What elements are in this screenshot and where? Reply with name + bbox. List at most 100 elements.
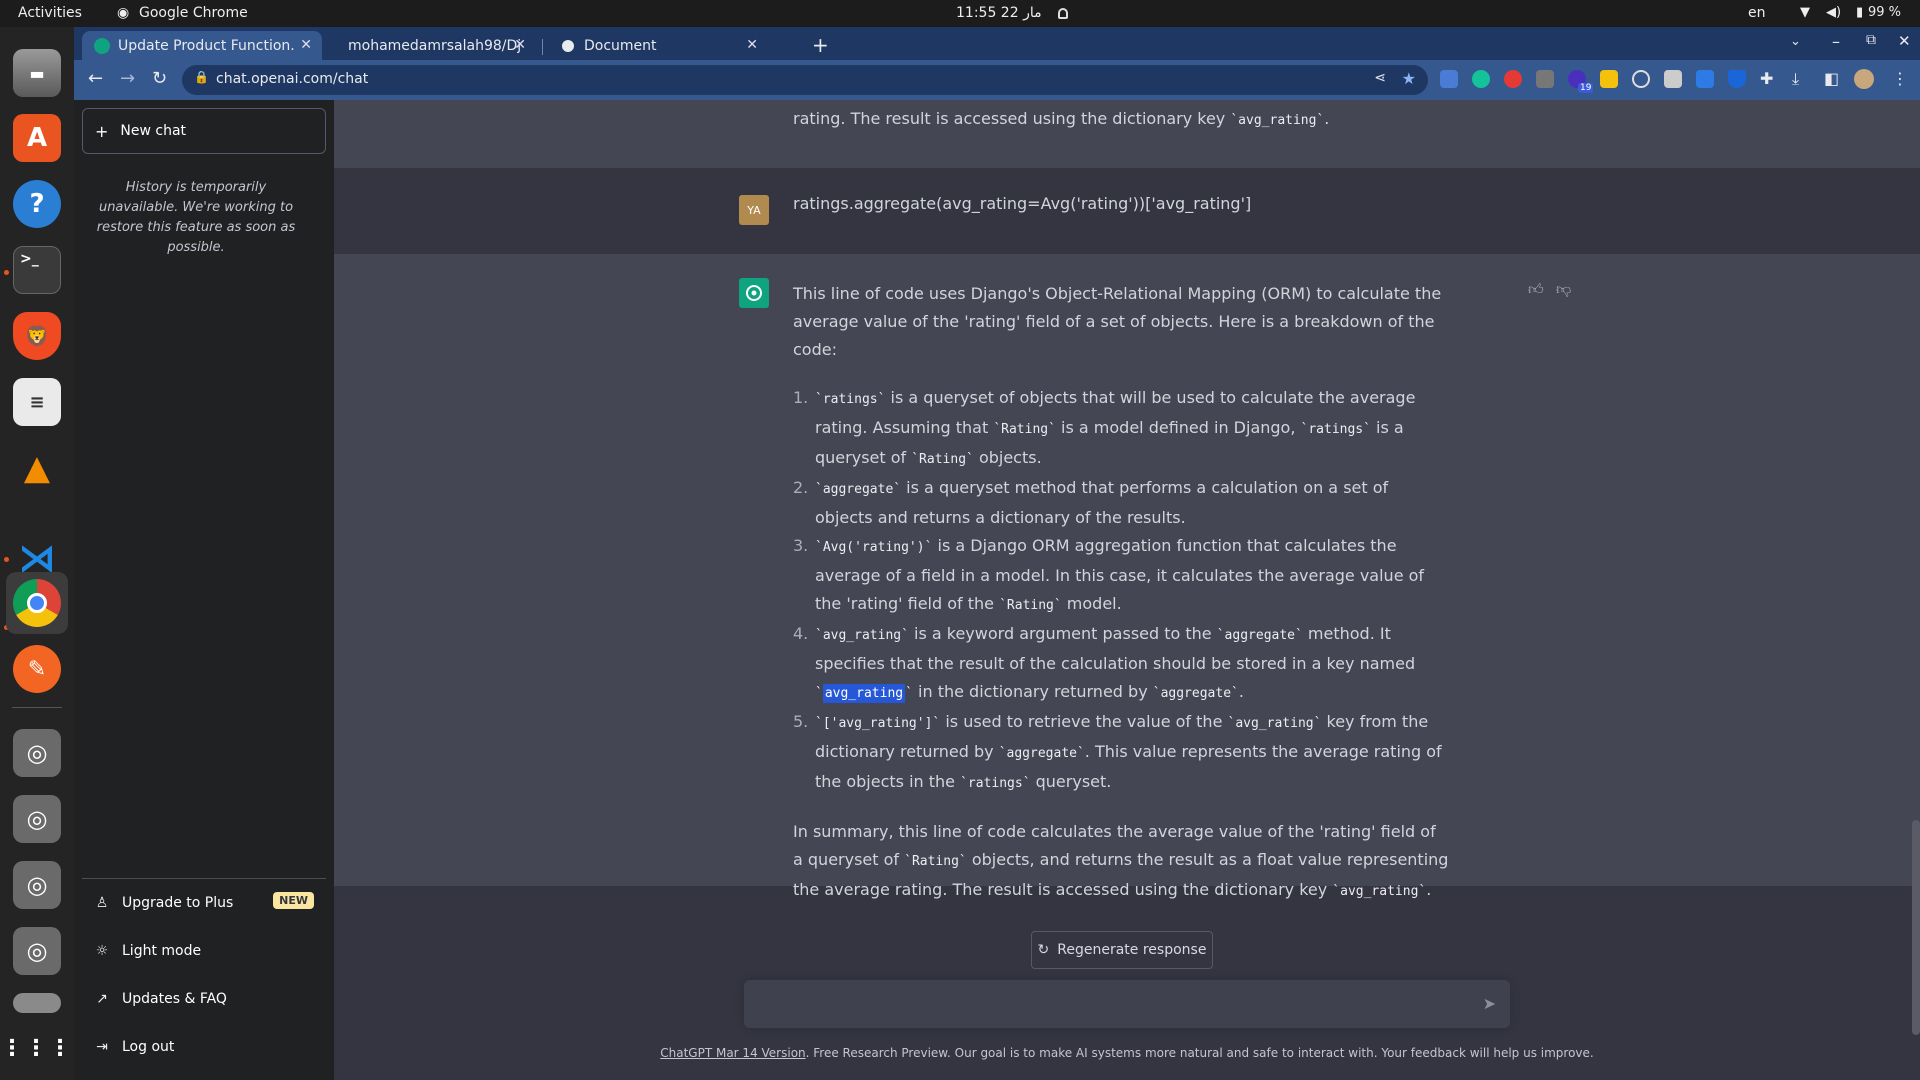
user-message: YA ratings.aggregate(avg_rating=Avg('rat… (334, 168, 1920, 254)
assistant-message: 👍︎ 👎︎ This line of code uses Django's Ob… (334, 254, 1920, 899)
restore-icon[interactable]: ⧉ (1866, 32, 1876, 48)
list-item: 2. `aggregate` is a queryset method that … (793, 474, 1449, 532)
disk-icon[interactable]: ◎ (13, 927, 61, 975)
back-arrow-icon[interactable]: ← (88, 69, 103, 89)
list-item: 5. `['avg_rating']` is used to retrieve t… (793, 708, 1449, 798)
close-tab-icon[interactable]: ✕ (514, 37, 526, 53)
message-input[interactable] (760, 992, 1460, 1016)
inline-code: ` (905, 686, 913, 701)
extensions-puzzle-icon[interactable]: ✚ (1760, 69, 1773, 89)
chatgpt-page: + New chat History is temporarily unavai… (74, 100, 1920, 1080)
tab-update-product-function[interactable]: Update Product Function. ✕ (82, 31, 322, 60)
download-icon[interactable]: ⤓ (1792, 69, 1799, 89)
circle-extension-icon[interactable] (1632, 70, 1650, 88)
regenerate-response-button[interactable]: ↻ Regenerate response (1031, 931, 1213, 969)
profile-avatar[interactable] (1854, 69, 1874, 89)
volume-icon[interactable]: ◀) (1826, 5, 1841, 20)
inline-code: `Rating` (904, 854, 967, 869)
inline-code: `['avg_rating']` (815, 716, 941, 731)
grammarly-extension-icon[interactable] (1472, 70, 1490, 88)
blue-extension-icon[interactable] (1696, 70, 1714, 88)
notification-bell-icon (1058, 7, 1068, 23)
lock-icon[interactable]: 🔒 (194, 70, 209, 84)
send-icon[interactable]: ➤ (1483, 994, 1496, 1013)
upgrade-label: Upgrade to Plus (122, 895, 234, 911)
help-icon[interactable]: ? (13, 180, 61, 228)
forward-arrow-icon[interactable]: → (120, 69, 135, 89)
side-panel-icon[interactable]: ◧ (1824, 69, 1839, 89)
tab-github-repo[interactable]: mohamedamrsalah98/Dj ✕ (336, 31, 536, 60)
history-unavailable-note: History is temporarily unavailable. We'r… (96, 180, 296, 255)
list-number: 1. (793, 388, 809, 407)
close-tab-icon[interactable]: ✕ (300, 37, 312, 53)
clock[interactable]: 11:55 مار 22 (956, 5, 1042, 21)
scrollbar[interactable] (1912, 820, 1920, 1035)
disk-icon[interactable]: ◎ (13, 795, 61, 843)
files-icon[interactable]: ▬ (13, 49, 61, 97)
show-apps-grid-icon[interactable]: ⋮⋮⋮ (1, 1025, 71, 1073)
log-out-button[interactable]: ⇥ Log out (82, 1023, 326, 1071)
bookmark-star-icon[interactable]: ★ (1402, 69, 1416, 88)
chrome-toolbar: ← → ↻ 🔒 chat.openai.com/chat ⋖ ★ 19 ✚ ⤓ … (74, 60, 1920, 100)
refresh-icon: ↻ (1037, 942, 1050, 958)
close-window-icon[interactable]: ✕ (1898, 32, 1911, 50)
disk-icon[interactable]: ◎ (13, 729, 61, 777)
app-center-icon[interactable]: A (13, 114, 61, 162)
sidebar: + New chat History is temporarily unavai… (74, 100, 334, 1080)
red-extension-icon[interactable] (1504, 70, 1522, 88)
chrome-icon[interactable] (13, 579, 61, 627)
vlc-icon[interactable]: ▲ (13, 444, 61, 492)
address-bar[interactable]: 🔒 chat.openai.com/chat ⋖ ★ (182, 65, 1428, 95)
intro-paragraph: This line of code uses Django's Object-R… (793, 284, 1442, 359)
disk-icon[interactable]: ◎ (13, 861, 61, 909)
chatgpt-favicon-icon (94, 37, 110, 54)
updates-faq-link[interactable]: ↗ Updates & FAQ (82, 975, 326, 1023)
text-editor-icon[interactable]: ≡ (13, 378, 61, 426)
list-item: 1. `ratings` is a queryset of objects tha… (793, 384, 1449, 474)
inline-code: `aggregate` (1216, 628, 1303, 643)
logout-icon: ⇥ (96, 1039, 108, 1055)
camera-extension-icon[interactable] (1664, 70, 1682, 88)
thumbs-up-icon[interactable]: 👍︎ (1528, 280, 1544, 299)
gray-extension-icon[interactable] (1536, 70, 1554, 88)
url-text: chat.openai.com/chat (216, 71, 369, 87)
summary-paragraph: In summary, this line of code calculates… (793, 818, 1449, 906)
new-tab-plus-icon[interactable]: + (812, 33, 829, 57)
upgrade-to-plus-button[interactable]: ♙ Upgrade to Plus NEW (82, 879, 326, 927)
minimize-icon[interactable]: – (1832, 32, 1840, 51)
chrome-menu-icon[interactable]: ⋮ (1892, 69, 1908, 89)
battery-icon[interactable]: ▮ (1856, 5, 1863, 20)
yellow-extension-icon[interactable] (1600, 70, 1618, 88)
version-link[interactable]: ChatGPT Mar 14 Version (660, 1046, 805, 1060)
activities-button[interactable]: Activities (18, 5, 82, 21)
text-segment: objects. (973, 448, 1042, 467)
thumbs-down-icon[interactable]: 👎︎ (1556, 280, 1571, 299)
terminal-icon[interactable]: >_ (13, 246, 61, 294)
text-segment: rating. The result is accessed using the… (793, 109, 1231, 128)
inline-code: `Rating` (993, 422, 1056, 437)
share-icon[interactable]: ⋖ (1374, 70, 1386, 86)
reload-icon[interactable]: ↻ (152, 69, 167, 89)
close-tab-icon[interactable]: ✕ (746, 37, 758, 53)
pencil-app-icon[interactable]: ✎ (13, 645, 61, 693)
text-segment: is a queryset method that performs a cal… (815, 478, 1389, 527)
text-segment: queryset. (1030, 772, 1112, 791)
list-number: 3. (793, 536, 809, 555)
wifi-icon[interactable]: ▼ (1800, 5, 1810, 20)
light-mode-button[interactable]: ☼ Light mode (82, 927, 326, 975)
input-language[interactable]: en (1748, 5, 1766, 21)
selected-text-highlight[interactable]: avg_rating (822, 684, 906, 703)
inline-code: `avg_rating` (815, 628, 909, 643)
tab-search-chevron-icon[interactable]: ⌄ (1790, 34, 1801, 49)
conversation-area: rating. The result is accessed using the… (334, 100, 1920, 1080)
new-chat-button[interactable]: + New chat (82, 108, 326, 154)
shield-extension-icon[interactable] (1728, 70, 1746, 88)
tab-document[interactable]: Document ✕ (548, 31, 768, 60)
message-text: rating. The result is accessed using the… (793, 105, 1453, 135)
message-composer[interactable]: ➤ (744, 980, 1510, 1028)
app-menu[interactable]: Google Chrome (139, 5, 248, 21)
brave-browser-icon[interactable]: 🦁 (13, 312, 61, 360)
translate-extension-icon[interactable] (1440, 70, 1458, 88)
text-segment: is a keyword argument passed to the (908, 624, 1217, 643)
disk-icon[interactable] (13, 993, 61, 1013)
